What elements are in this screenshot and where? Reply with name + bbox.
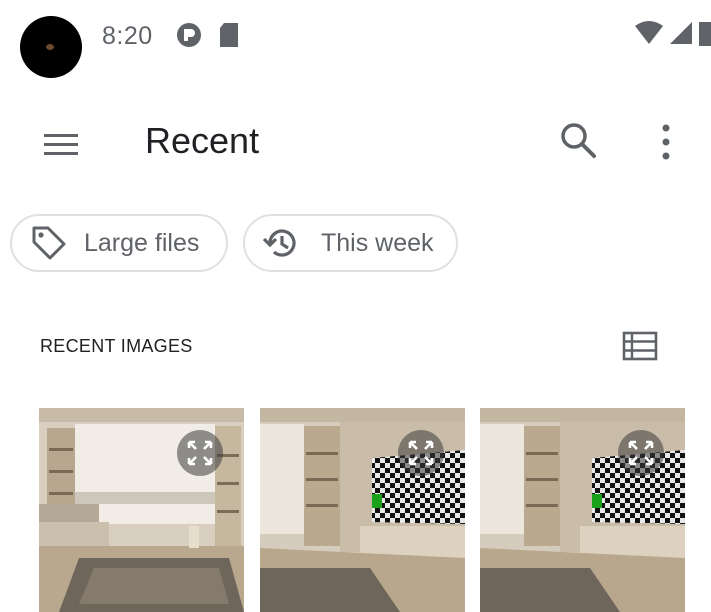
menu-icon[interactable] bbox=[42, 126, 82, 160]
notification-app-icon bbox=[176, 22, 202, 53]
chip-this-week[interactable]: This week bbox=[243, 214, 458, 272]
history-icon bbox=[261, 223, 301, 263]
tag-icon bbox=[30, 224, 68, 262]
chip-large-files[interactable]: Large files bbox=[10, 214, 228, 272]
image-thumbnail[interactable] bbox=[260, 408, 465, 612]
wifi-icon bbox=[635, 21, 663, 50]
battery-icon bbox=[699, 20, 711, 51]
status-time: 8:20 bbox=[102, 22, 153, 50]
status-bar: 8:20 bbox=[0, 0, 711, 78]
list-view-icon[interactable] bbox=[622, 330, 658, 362]
section-title: RECENT IMAGES bbox=[40, 336, 193, 356]
image-thumbnail[interactable] bbox=[39, 408, 244, 612]
app-bar: Recent bbox=[0, 100, 711, 184]
expand-icon[interactable] bbox=[177, 430, 223, 476]
sd-card-icon bbox=[218, 22, 240, 53]
more-vert-icon[interactable] bbox=[650, 118, 682, 166]
expand-icon[interactable] bbox=[618, 430, 664, 476]
camera-cutout-icon bbox=[20, 16, 82, 78]
search-icon[interactable] bbox=[556, 118, 600, 162]
expand-icon[interactable] bbox=[398, 430, 444, 476]
chip-label: This week bbox=[321, 228, 434, 257]
image-thumbnail[interactable] bbox=[480, 408, 685, 612]
cell-signal-icon bbox=[669, 21, 693, 50]
chip-label: Large files bbox=[84, 228, 200, 257]
system-indicators bbox=[635, 20, 711, 51]
page-title: Recent bbox=[145, 120, 260, 161]
